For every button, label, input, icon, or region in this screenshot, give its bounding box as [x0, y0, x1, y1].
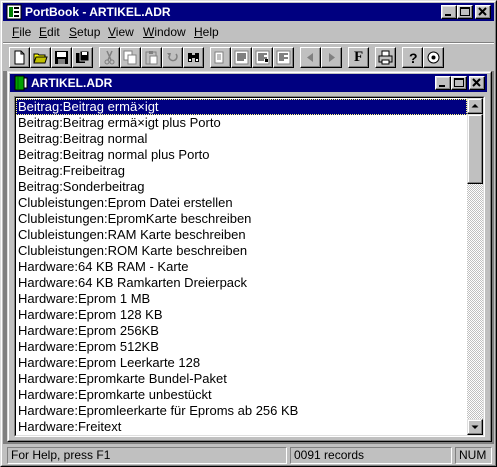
doc-close-button[interactable] — [469, 76, 485, 90]
article-list: Beitrag:Beitrag ermä×igt Beitrag:Beitrag … — [16, 99, 467, 435]
detail-view-button[interactable] — [252, 47, 273, 68]
scroll-up-button[interactable] — [467, 98, 483, 114]
arrow-up-icon — [471, 104, 479, 108]
menu-bar: File Edit Setup View Window Help — [3, 22, 494, 42]
status-record-count: 0091 records — [290, 447, 452, 464]
arrow-left-icon — [307, 53, 313, 62]
list-item[interactable]: Hardware:Eprom 128 KB — [16, 307, 467, 323]
list-icon — [234, 50, 249, 65]
doc-minimize-button[interactable] — [435, 76, 451, 90]
list-item[interactable]: Clubleistungen:EpromKarte beschreiben — [16, 211, 467, 227]
menu-edit[interactable]: Edit — [39, 25, 60, 39]
menu-file[interactable]: File — [12, 25, 31, 39]
list-item[interactable]: Hardware:Epromleerkarte für Eproms ab 25… — [16, 403, 467, 419]
list-item[interactable]: Hardware:Eprom 1 MB — [16, 291, 467, 307]
undo-icon — [167, 53, 178, 62]
status-help-text: For Help, press F1 — [7, 447, 287, 464]
menu-help[interactable]: Help — [194, 25, 219, 39]
list-view-button[interactable] — [231, 47, 252, 68]
new-file-button[interactable] — [9, 47, 30, 68]
multi-disk-icon — [76, 50, 90, 63]
list-item[interactable]: Hardware:Epromkarte unbestückt — [16, 387, 467, 403]
list-item[interactable]: Clubleistungen:RAM Karte beschreiben — [16, 227, 467, 243]
arrow-down-icon — [471, 425, 479, 429]
scroll-thumb[interactable] — [467, 114, 483, 184]
title-bar[interactable]: PortBook - ARTIKEL.ADR — [3, 3, 494, 21]
copy-button[interactable] — [120, 47, 141, 68]
list-item[interactable]: Hardware:Epromkarte Bundel-Paket — [16, 371, 467, 387]
main-window: PortBook - ARTIKEL.ADR File Edit Setup V… — [0, 0, 497, 467]
save-button[interactable] — [51, 47, 72, 68]
list-item[interactable]: Beitrag:Sonderbeitrag — [16, 179, 467, 195]
open-file-button[interactable] — [30, 47, 51, 68]
help-button[interactable]: ? — [402, 47, 423, 68]
list-item[interactable]: Hardware:64 KB RAM - Karte — [16, 259, 467, 275]
align-left-icon — [214, 51, 224, 64]
minimize-button[interactable] — [441, 5, 457, 19]
printer-icon — [378, 50, 393, 65]
status-num-lock: NUM — [455, 447, 492, 464]
cut-button[interactable] — [99, 47, 120, 68]
mdi-client-area: ARTIKEL.ADR Beitrag:Beitrag ermä×igt Beit… — [3, 71, 494, 444]
undo-button[interactable] — [162, 47, 183, 68]
arrow-right-icon — [329, 53, 335, 62]
list-item[interactable]: Beitrag:Beitrag normal plus Porto — [16, 147, 467, 163]
list-item[interactable]: Beitrag:Beitrag ermä×igt plus Porto — [16, 115, 467, 131]
detail-list-icon — [255, 50, 270, 65]
binoculars-icon — [188, 53, 199, 62]
document-title-bar[interactable]: ARTIKEL.ADR — [10, 74, 487, 92]
list-item[interactable]: Beitrag:Beitrag normal — [16, 131, 467, 147]
previous-button[interactable] — [300, 47, 321, 68]
find-button[interactable] — [183, 47, 204, 68]
document-book-icon[interactable] — [13, 75, 29, 91]
list-item[interactable]: Clubleistungen:Eprom Datei erstellen — [16, 195, 467, 211]
list-item[interactable]: Hardware:Eprom 512KB — [16, 339, 467, 355]
list-item[interactable]: Beitrag:Beitrag ermä×igt — [16, 99, 467, 115]
article-listbox[interactable]: Beitrag:Beitrag ermä×igt Beitrag:Beitrag … — [14, 96, 485, 437]
app-book-icon[interactable] — [6, 4, 22, 20]
vertical-scrollbar[interactable] — [467, 98, 483, 435]
save-all-button[interactable] — [72, 47, 93, 68]
menu-view[interactable]: View — [108, 25, 134, 39]
print-button[interactable] — [375, 47, 396, 68]
svg-text:?: ? — [409, 50, 418, 65]
scroll-down-button[interactable] — [467, 419, 483, 435]
doc-maximize-button[interactable] — [451, 76, 467, 90]
new-document-icon — [14, 50, 25, 65]
document-title: ARTIKEL.ADR — [31, 76, 113, 90]
floppy-disk-icon — [55, 51, 68, 64]
open-folder-icon — [33, 53, 48, 64]
clipboard-icon — [145, 51, 158, 65]
toolbar: F ? — [3, 42, 494, 71]
status-bar: For Help, press F1 0091 records NUM — [3, 445, 494, 465]
list-item[interactable]: Beitrag:Freibeitrag — [16, 163, 467, 179]
window-title: PortBook - ARTIKEL.ADR — [25, 5, 171, 19]
list-item[interactable]: Hardware:Eprom 256KB — [16, 323, 467, 339]
menu-setup[interactable]: Setup — [69, 25, 100, 39]
font-f-label: F — [354, 49, 364, 65]
align-left-button[interactable] — [210, 47, 231, 68]
list-item[interactable]: Clubleistungen:ROM Karte beschreiben — [16, 243, 467, 259]
font-button[interactable]: F — [348, 47, 369, 68]
menu-window[interactable]: Window — [143, 25, 186, 39]
info-circle-icon — [427, 51, 440, 64]
edit-entry-button[interactable] — [273, 47, 294, 68]
maximize-button[interactable] — [457, 5, 473, 19]
close-button[interactable] — [475, 5, 491, 19]
list-item[interactable]: Hardware:Eprom Leerkarte 128 — [16, 355, 467, 371]
paste-button[interactable] — [141, 47, 162, 68]
context-help-button[interactable] — [423, 47, 444, 68]
text-lines-icon — [276, 50, 291, 65]
copy-icon — [123, 50, 137, 65]
document-window: ARTIKEL.ADR Beitrag:Beitrag ermä×igt Beit… — [7, 71, 492, 442]
scissors-icon — [104, 50, 115, 65]
list-item[interactable]: Hardware:64 KB Ramkarten Dreierpack — [16, 275, 467, 291]
question-mark-icon: ? — [409, 50, 418, 65]
list-item[interactable]: Hardware:Freitext — [16, 419, 467, 435]
next-button[interactable] — [321, 47, 342, 68]
